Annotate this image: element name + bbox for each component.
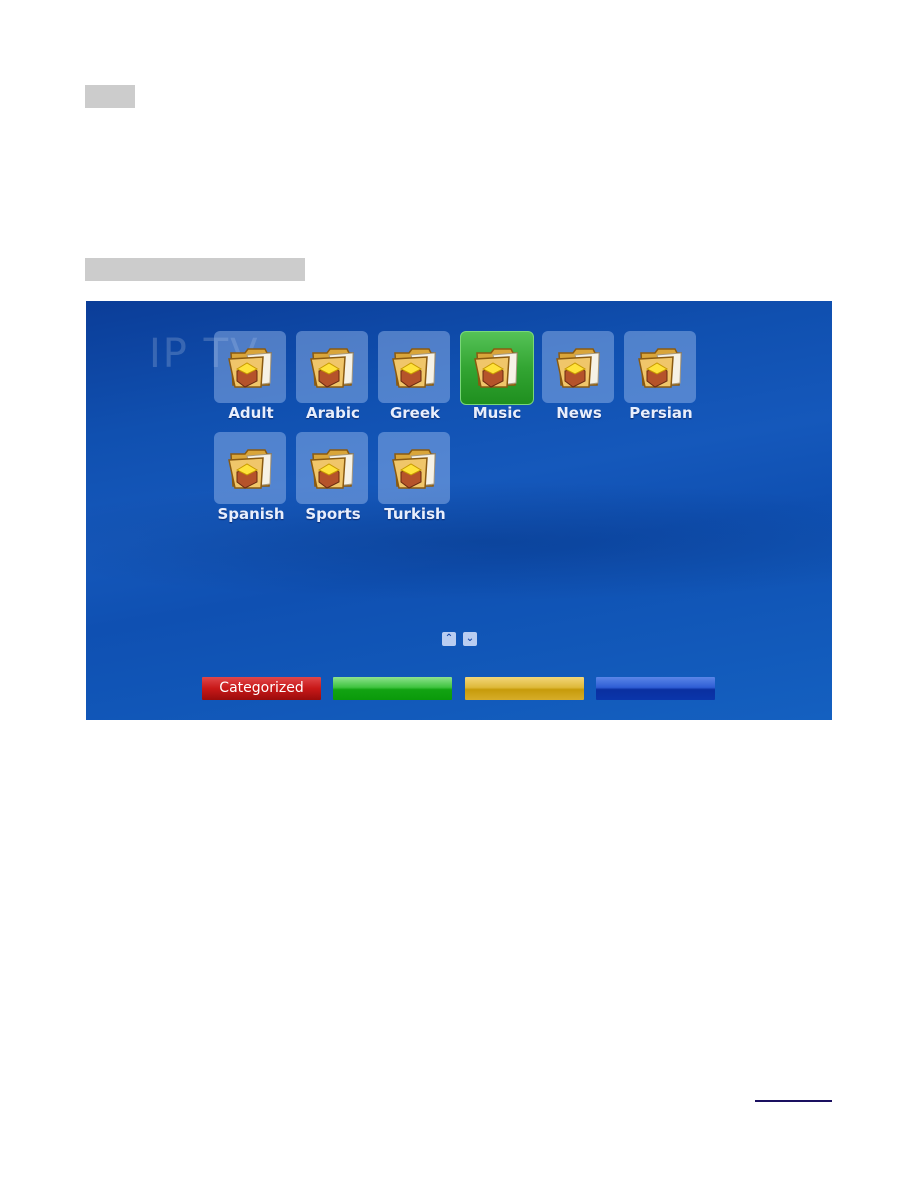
- category-label: News: [556, 404, 602, 422]
- category-label: Arabic: [306, 404, 360, 422]
- red-button-categorized[interactable]: Categorized: [202, 677, 321, 700]
- folder-icon: [635, 341, 687, 393]
- folder-icon: [225, 341, 277, 393]
- folder-icon: [225, 442, 277, 494]
- yellow-button[interactable]: [465, 677, 584, 700]
- category-label: Persian: [629, 404, 693, 422]
- category-label: Music: [472, 404, 522, 422]
- category-label: Turkish: [384, 505, 446, 523]
- iptv-screenshot: IP TV Adult Arabic Greek Music News Persian Sp…: [86, 301, 832, 720]
- category-label: Greek: [389, 404, 441, 422]
- blue-button[interactable]: [596, 677, 715, 700]
- category-tile-news[interactable]: News: [542, 331, 616, 423]
- chevron-down-icon: ⌄: [465, 633, 475, 644]
- chevron-up-icon: ⌃: [444, 633, 454, 644]
- folder-icon: [471, 341, 523, 393]
- redacted-subheading-block: [85, 258, 305, 281]
- folder-icon: [307, 341, 359, 393]
- page-link-underline[interactable]: [755, 1100, 832, 1102]
- category-tile-spanish[interactable]: Spanish: [214, 432, 288, 524]
- folder-icon: [553, 341, 605, 393]
- category-label: Sports: [305, 505, 361, 523]
- category-tile-arabic[interactable]: Arabic: [296, 331, 370, 423]
- folder-icon: [389, 341, 441, 393]
- category-label: Spanish: [217, 505, 285, 523]
- category-tile-turkish[interactable]: Turkish: [378, 432, 452, 524]
- page-up-button[interactable]: ⌃: [442, 632, 456, 646]
- category-tile-adult[interactable]: Adult: [214, 331, 288, 423]
- folder-icon: [389, 442, 441, 494]
- green-button[interactable]: [333, 677, 452, 700]
- redacted-heading-block: [85, 85, 135, 108]
- category-tile-persian[interactable]: Persian: [624, 331, 698, 423]
- category-label: Adult: [228, 404, 274, 422]
- category-tile-music[interactable]: Music: [460, 331, 534, 423]
- folder-icon: [307, 442, 359, 494]
- category-tile-sports[interactable]: Sports: [296, 432, 370, 524]
- page-down-button[interactable]: ⌄: [463, 632, 477, 646]
- category-tile-greek[interactable]: Greek: [378, 331, 452, 423]
